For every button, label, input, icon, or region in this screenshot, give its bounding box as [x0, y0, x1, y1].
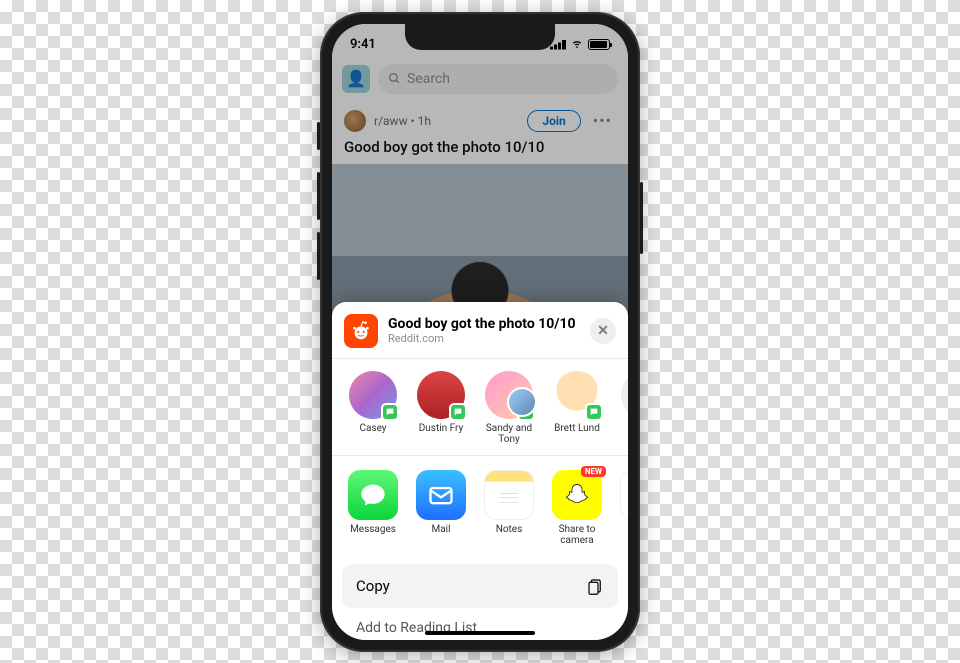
contact-label: Sandy and Tony	[478, 423, 540, 445]
phone-frame: 9:41 👤 Search	[320, 12, 640, 652]
close-button[interactable]: ✕	[590, 318, 616, 344]
notes-icon	[484, 470, 534, 520]
app-label: Notes	[478, 524, 540, 535]
app-messages[interactable]: Messages	[342, 470, 404, 546]
contact-casey[interactable]: Casey	[342, 371, 404, 445]
divider	[332, 455, 628, 456]
volume-up	[317, 172, 320, 220]
contact-dustin[interactable]: Dustin Fry	[410, 371, 472, 445]
app-notes[interactable]: Notes	[478, 470, 540, 546]
profile-avatar[interactable]: 👤	[342, 65, 370, 93]
battery-icon	[588, 39, 610, 50]
share-sheet: Good boy got the photo 10/10 Reddit.com …	[332, 302, 628, 640]
share-title: Good boy got the photo 10/10	[388, 316, 576, 333]
app-label: Messages	[342, 524, 404, 535]
messages-badge-icon	[449, 403, 467, 421]
divider	[332, 358, 628, 359]
copy-icon	[586, 576, 604, 596]
status-time: 9:41	[350, 37, 376, 52]
app-label: Mail	[410, 524, 472, 535]
home-indicator[interactable]	[425, 631, 535, 635]
contact-partial[interactable]: An	[614, 371, 628, 445]
contact-sandy-tony[interactable]: Sandy and Tony	[478, 371, 540, 445]
copy-action[interactable]: Copy	[342, 564, 618, 608]
volume-down	[317, 232, 320, 280]
search-input[interactable]: Search	[378, 64, 618, 94]
contact-label: Brett Lund	[546, 423, 608, 434]
apps-row[interactable]: Messages Mail Notes NEW	[332, 464, 628, 558]
app-snapchat[interactable]: NEW Share to camera	[546, 470, 608, 546]
join-button[interactable]: Join	[527, 110, 580, 132]
new-badge: NEW	[581, 466, 606, 477]
app-label: Share to camera	[546, 524, 608, 546]
wifi-icon	[570, 37, 584, 53]
power-button	[640, 182, 643, 254]
app-reminders[interactable]: Rem	[614, 470, 628, 546]
messages-badge-icon	[381, 403, 399, 421]
app-label: Rem	[614, 524, 628, 535]
close-icon: ✕	[597, 323, 609, 339]
copy-label: Copy	[356, 577, 390, 595]
share-source: Reddit.com	[388, 332, 576, 345]
subreddit-avatar[interactable]	[344, 110, 366, 132]
contact-label: An	[614, 423, 628, 434]
mute-switch	[317, 122, 320, 150]
reddit-app-icon	[344, 314, 378, 348]
messages-icon	[348, 470, 398, 520]
app-mail[interactable]: Mail	[410, 470, 472, 546]
subreddit-meta[interactable]: r/aww • 1h	[374, 114, 431, 128]
notch	[405, 24, 555, 50]
more-options-icon[interactable]: •••	[589, 111, 616, 130]
post-title[interactable]: Good boy got the photo 10/10	[332, 136, 628, 164]
reminders-icon	[620, 470, 628, 520]
contact-brett[interactable]: Brett Lund	[546, 371, 608, 445]
messages-badge-icon	[585, 403, 603, 421]
contact-label: Dustin Fry	[410, 423, 472, 434]
mail-icon	[416, 470, 466, 520]
screen: 9:41 👤 Search	[332, 24, 628, 640]
messages-badge-icon	[517, 403, 535, 421]
search-icon	[388, 72, 401, 85]
search-placeholder: Search	[407, 71, 450, 87]
contact-label: Casey	[342, 423, 404, 434]
snapchat-icon: NEW	[552, 470, 602, 520]
contacts-row[interactable]: Casey Dustin Fry Sandy and Tony Brett Lu…	[332, 367, 628, 455]
